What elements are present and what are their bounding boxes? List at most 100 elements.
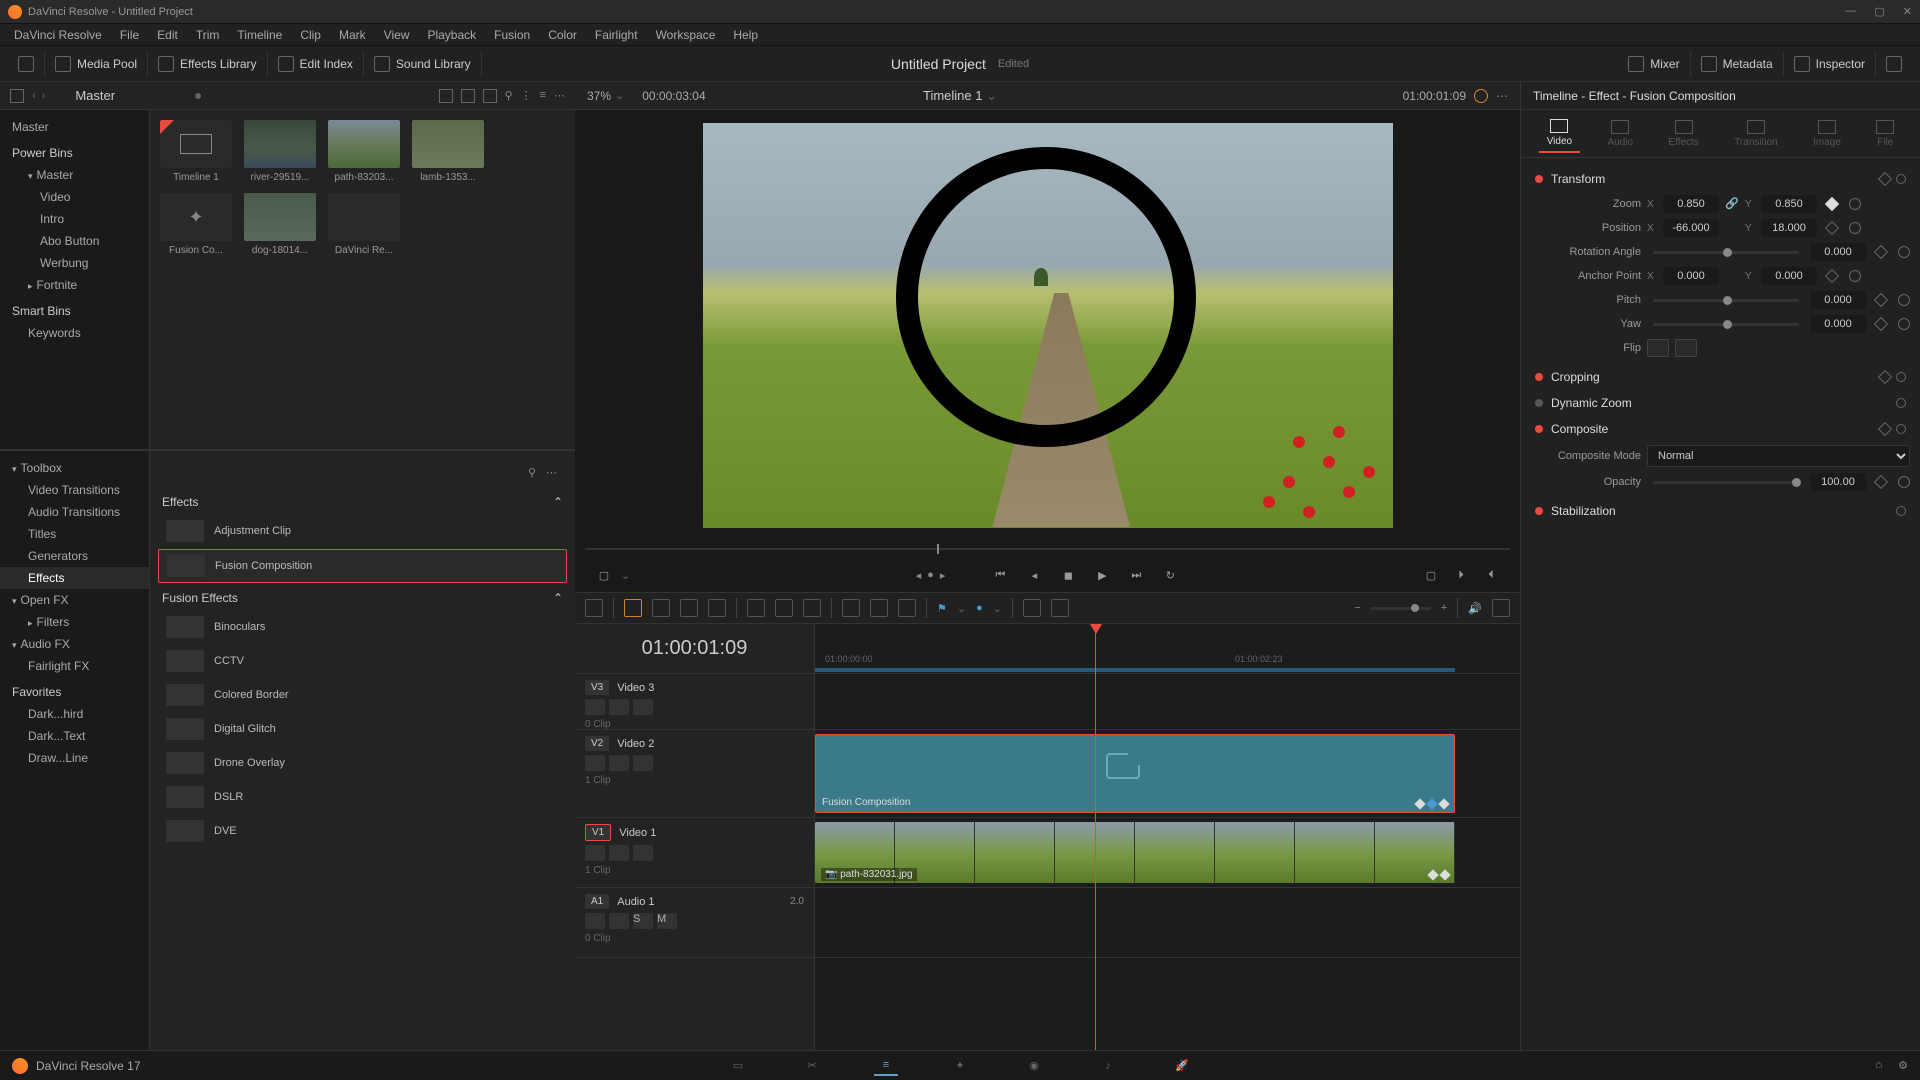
etree-fairlight[interactable]: Fairlight FX — [0, 655, 149, 677]
match-frame-icon[interactable]: ▢ — [1422, 566, 1440, 584]
volume-icon[interactable]: 🔊 — [1468, 602, 1482, 615]
sort-icon[interactable]: ≡ — [540, 89, 546, 103]
track-disable-icon[interactable] — [633, 755, 653, 771]
zoom-out-icon[interactable]: − — [1354, 602, 1360, 614]
etree-generators[interactable]: Generators — [0, 545, 149, 567]
step-back-icon[interactable]: ◂ — [1025, 566, 1043, 584]
menu-edit[interactable]: Edit — [149, 26, 186, 44]
viewer-timeline-name[interactable]: Timeline 1 ⌄ — [923, 88, 997, 104]
menu-file[interactable]: File — [112, 26, 147, 44]
anchor-x-input[interactable] — [1663, 267, 1719, 285]
viewer-mode-icon[interactable]: ▢ — [595, 566, 613, 584]
tree-werbung[interactable]: Werbung — [0, 252, 149, 274]
keyframe-icon[interactable] — [1439, 869, 1450, 880]
keyframe-icon[interactable] — [1825, 197, 1839, 211]
track-auto-icon[interactable] — [609, 755, 629, 771]
tree-fortnite[interactable]: Fortnite — [0, 274, 149, 296]
track-disable-icon[interactable] — [633, 699, 653, 715]
track-lock-icon[interactable] — [585, 699, 605, 715]
clip-video[interactable]: 📷 path-832031.jpg — [815, 822, 1455, 883]
tl-search-icon[interactable] — [1023, 599, 1041, 617]
effect-fusion-comp[interactable]: Fusion Composition — [158, 549, 567, 583]
etree-fav1[interactable]: Dark...hird — [0, 703, 149, 725]
replace-icon[interactable] — [803, 599, 821, 617]
sound-library-icon[interactable] — [374, 56, 390, 72]
yaw-input[interactable] — [1810, 315, 1866, 333]
tree-keywords[interactable]: Keywords — [0, 322, 149, 344]
tree-pb-master[interactable]: Master — [0, 164, 149, 186]
zoom-y-input[interactable] — [1761, 195, 1817, 213]
reset-icon[interactable] — [1894, 396, 1908, 410]
inspector-icon[interactable] — [1794, 56, 1810, 72]
flag-dropdown-icon[interactable]: ⌄ — [957, 602, 966, 615]
dynamic-trim-icon[interactable] — [680, 599, 698, 617]
etree-openfx[interactable]: Open FX — [0, 589, 149, 611]
effect-cctv[interactable]: CCTV — [158, 645, 567, 677]
effect-digital-glitch[interactable]: Digital Glitch — [158, 713, 567, 745]
keyframe-icon[interactable] — [1878, 172, 1892, 186]
keyframe-icon[interactable] — [1874, 293, 1888, 307]
keyframe-icon[interactable] — [1878, 422, 1892, 436]
track-solo-icon[interactable]: S — [633, 913, 653, 929]
link-icon[interactable]: 🔗 — [1725, 197, 1739, 211]
page-deliver-icon[interactable]: 🚀 — [1170, 1056, 1194, 1076]
pos-x-input[interactable] — [1663, 219, 1719, 237]
effects-library-icon[interactable] — [158, 56, 174, 72]
page-cut-icon[interactable]: ✂ — [800, 1056, 824, 1076]
trim-tool-icon[interactable] — [652, 599, 670, 617]
menu-fairlight[interactable]: Fairlight — [587, 26, 646, 44]
view-list-icon[interactable] — [483, 89, 497, 103]
overwrite-icon[interactable] — [775, 599, 793, 617]
track-auto-icon[interactable] — [609, 845, 629, 861]
tree-power-bins[interactable]: Power Bins — [0, 138, 149, 164]
expand-icon[interactable] — [1886, 56, 1902, 72]
etree-titles[interactable]: Titles — [0, 523, 149, 545]
timeline-timecode[interactable]: 01:00:01:09 — [575, 624, 814, 674]
home-icon[interactable]: ⌂ — [1875, 1059, 1882, 1072]
rotation-slider[interactable] — [1653, 251, 1798, 254]
effect-dve[interactable]: DVE — [158, 815, 567, 847]
pool-dropdown-icon[interactable] — [10, 89, 24, 103]
viewer-options-icon[interactable]: ⋯ — [1496, 89, 1508, 103]
metadata-icon[interactable] — [1701, 56, 1717, 72]
close-icon[interactable]: ✕ — [1903, 5, 1912, 18]
clip-dog[interactable]: dog-18014... — [244, 193, 316, 256]
maximize-icon[interactable]: ▢ — [1874, 5, 1884, 18]
zoom-in-icon[interactable]: + — [1441, 602, 1447, 614]
tree-intro[interactable]: Intro — [0, 208, 149, 230]
menu-view[interactable]: View — [376, 26, 418, 44]
play-icon[interactable]: ▶ — [1093, 566, 1111, 584]
reset-icon[interactable] — [1849, 270, 1861, 282]
prev-edit-icon[interactable]: ◂ — [916, 569, 922, 582]
collapse-icon[interactable]: ⌃ — [553, 591, 563, 605]
reset-icon[interactable] — [1894, 422, 1908, 436]
clip-timeline1[interactable]: Timeline 1 — [160, 120, 232, 183]
tl-options-icon[interactable] — [1492, 599, 1510, 617]
rotation-input[interactable] — [1810, 243, 1866, 261]
edit-index-icon[interactable] — [278, 56, 294, 72]
keyframe-icon[interactable] — [1874, 317, 1888, 331]
section-cropping[interactable]: Cropping — [1531, 364, 1910, 390]
effects-options-icon[interactable]: ⋯ — [546, 466, 557, 479]
etree-favorites[interactable]: Favorites — [0, 677, 149, 703]
track-lane-v3[interactable] — [815, 674, 1520, 730]
tree-abo[interactable]: Abo Button — [0, 230, 149, 252]
marker-icon[interactable]: ● — [927, 569, 934, 581]
loop-icon[interactable]: ↻ — [1161, 566, 1179, 584]
menu-help[interactable]: Help — [725, 26, 766, 44]
effects-cat-effects[interactable]: Effects⌃ — [158, 489, 567, 515]
next-edit-icon[interactable]: ▸ — [940, 569, 946, 582]
sound-library-button[interactable]: Sound Library — [396, 57, 471, 71]
track-head-a1[interactable]: A1Audio 12.0 SM 0 Clip — [575, 888, 814, 958]
marker-dropdown-icon[interactable]: ⌄ — [993, 602, 1002, 615]
media-pool-icon[interactable] — [55, 56, 71, 72]
reset-icon[interactable] — [1898, 294, 1910, 306]
etree-filters[interactable]: Filters — [0, 611, 149, 633]
options-icon[interactable]: ⋯ — [554, 89, 565, 103]
breadcrumb[interactable]: Master — [75, 88, 115, 103]
etree-toolbox[interactable]: Toolbox — [0, 457, 149, 479]
tree-video[interactable]: Video — [0, 186, 149, 208]
etree-fav2[interactable]: Dark...Text — [0, 725, 149, 747]
track-head-v3[interactable]: V3Video 3 0 Clip — [575, 674, 814, 730]
nav-back-icon[interactable]: ‹ — [32, 90, 36, 102]
